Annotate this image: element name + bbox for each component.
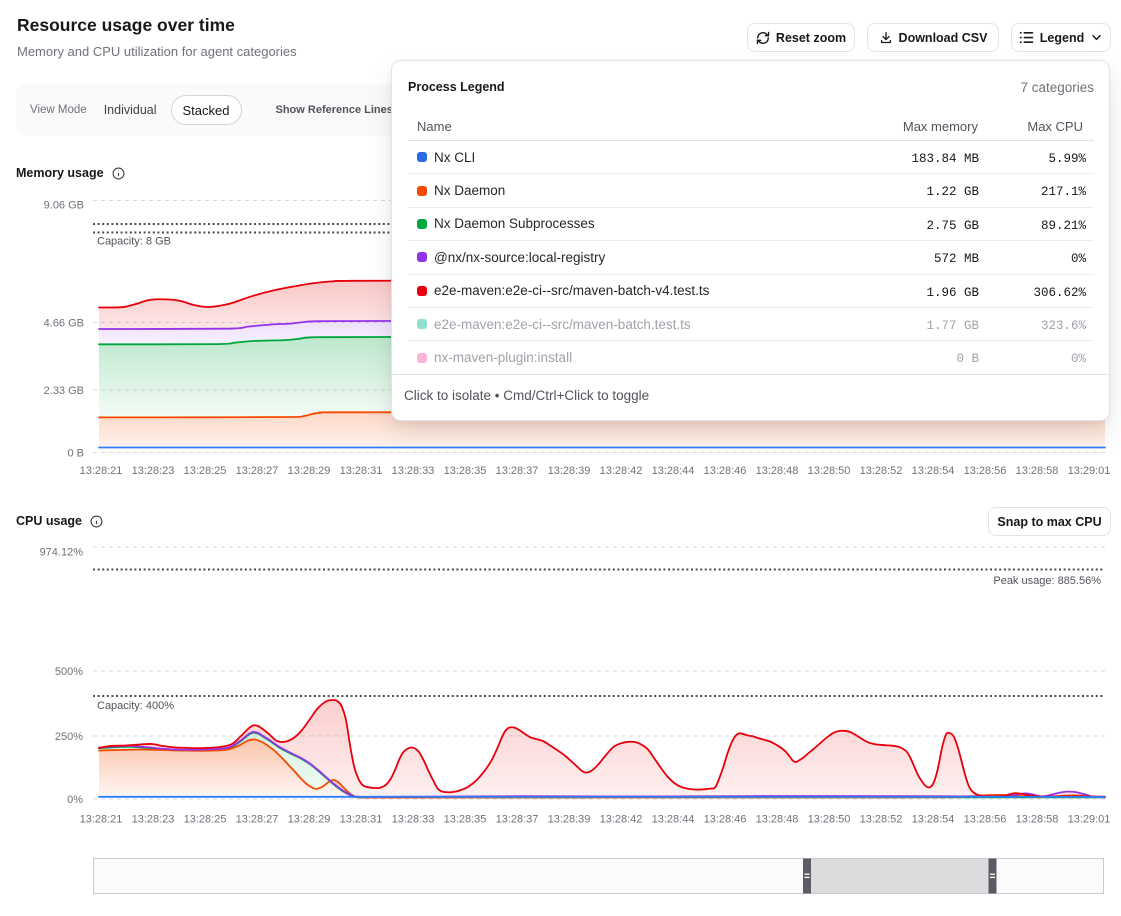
- svg-text:Peak usage: 885.56%: Peak usage: 885.56%: [993, 575, 1101, 587]
- svg-text:13:28:56: 13:28:56: [964, 465, 1007, 477]
- svg-text:13:28:31: 13:28:31: [340, 465, 383, 477]
- svg-text:13:28:54: 13:28:54: [912, 465, 955, 477]
- svg-text:13:29:01: 13:29:01: [1068, 814, 1111, 826]
- svg-text:13:28:56: 13:28:56: [964, 814, 1007, 826]
- svg-text:974.12%: 974.12%: [40, 547, 84, 559]
- svg-text:Capacity: 8 GB: Capacity: 8 GB: [97, 236, 171, 248]
- svg-text:13:28:31: 13:28:31: [340, 814, 383, 826]
- svg-text:Capacity: 400%: Capacity: 400%: [97, 700, 174, 712]
- svg-text:13:28:23: 13:28:23: [132, 814, 175, 826]
- svg-text:13:28:33: 13:28:33: [392, 814, 435, 826]
- svg-text:13:28:58: 13:28:58: [1016, 465, 1059, 477]
- svg-text:13:28:42: 13:28:42: [600, 814, 643, 826]
- svg-text:13:28:54: 13:28:54: [912, 814, 955, 826]
- svg-text:9.06 GB: 9.06 GB: [44, 200, 84, 212]
- svg-text:13:28:48: 13:28:48: [756, 465, 799, 477]
- svg-text:13:28:39: 13:28:39: [548, 814, 591, 826]
- svg-text:13:28:44: 13:28:44: [652, 814, 695, 826]
- svg-text:13:28:21: 13:28:21: [80, 465, 123, 477]
- svg-text:13:28:44: 13:28:44: [652, 465, 695, 477]
- svg-text:13:28:25: 13:28:25: [184, 814, 227, 826]
- svg-text:250%: 250%: [55, 731, 83, 743]
- svg-text:13:28:37: 13:28:37: [496, 814, 539, 826]
- svg-text:13:28:48: 13:28:48: [756, 814, 799, 826]
- svg-text:0 B: 0 B: [67, 448, 84, 460]
- svg-text:13:28:39: 13:28:39: [548, 465, 591, 477]
- svg-text:13:28:46: 13:28:46: [704, 814, 747, 826]
- svg-text:4.66 GB: 4.66 GB: [44, 318, 84, 330]
- svg-text:2.33 GB: 2.33 GB: [44, 385, 84, 397]
- svg-text:13:28:50: 13:28:50: [808, 465, 851, 477]
- svg-text:13:28:23: 13:28:23: [132, 465, 175, 477]
- svg-text:13:28:25: 13:28:25: [184, 465, 227, 477]
- svg-text:13:28:52: 13:28:52: [860, 814, 903, 826]
- svg-text:13:28:42: 13:28:42: [600, 465, 643, 477]
- svg-text:13:28:37: 13:28:37: [496, 465, 539, 477]
- svg-text:13:28:46: 13:28:46: [704, 465, 747, 477]
- svg-text:500%: 500%: [55, 666, 83, 678]
- svg-text:13:28:35: 13:28:35: [444, 814, 487, 826]
- svg-text:13:28:21: 13:28:21: [80, 814, 123, 826]
- svg-text:13:28:50: 13:28:50: [808, 814, 851, 826]
- svg-text:13:28:52: 13:28:52: [860, 465, 903, 477]
- svg-text:13:28:27: 13:28:27: [236, 814, 279, 826]
- svg-text:13:28:35: 13:28:35: [444, 465, 487, 477]
- svg-text:13:28:27: 13:28:27: [236, 465, 279, 477]
- svg-text:13:28:29: 13:28:29: [288, 465, 331, 477]
- svg-text:13:29:01: 13:29:01: [1068, 465, 1111, 477]
- svg-text:0%: 0%: [67, 794, 83, 806]
- svg-text:13:28:58: 13:28:58: [1016, 814, 1059, 826]
- svg-text:13:28:29: 13:28:29: [288, 814, 331, 826]
- svg-text:13:28:33: 13:28:33: [392, 465, 435, 477]
